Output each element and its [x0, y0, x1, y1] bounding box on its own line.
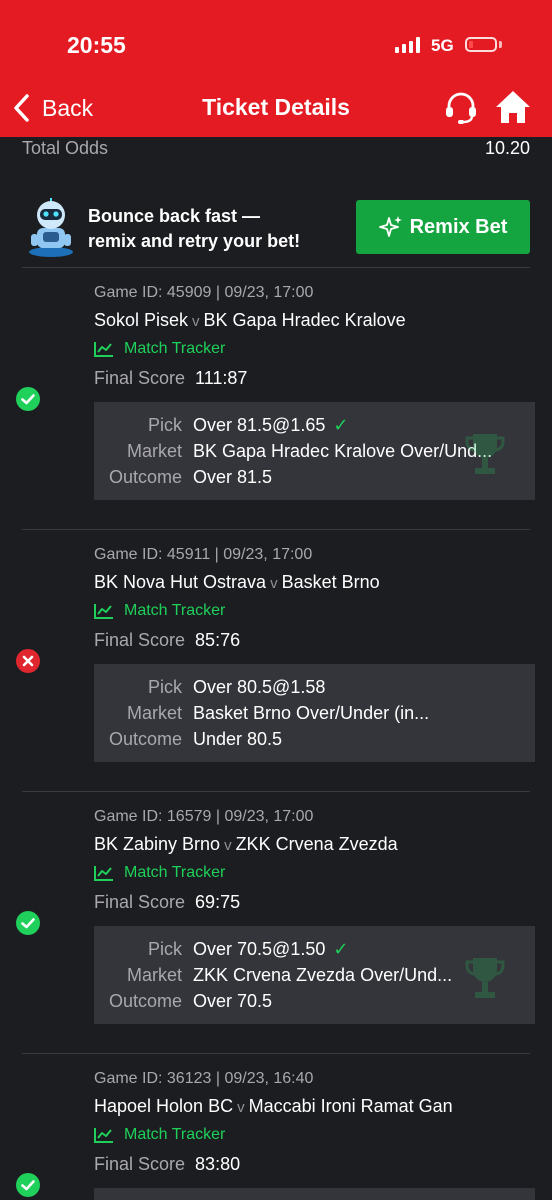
match-tracker-label: Match Tracker — [124, 602, 226, 619]
chart-line-icon — [94, 342, 113, 357]
final-score: Final Score 111:87 — [94, 368, 247, 389]
signal-icon — [395, 37, 423, 53]
market-label: Market — [126, 441, 182, 461]
pick-details: Pick Over 70.5@1.50 ✓ Market ZKK Crvena Z… — [94, 926, 535, 1024]
check-circle-icon — [16, 1173, 40, 1197]
total-odds-row: Total Odds 10.20 — [22, 138, 530, 162]
market-label: Market — [126, 965, 182, 985]
game-meta: Game ID: 45909 | 09/23, 17:00 — [94, 284, 314, 301]
pick-value: Over 80.5@1.58 — [193, 677, 326, 697]
home-icon[interactable] — [494, 89, 532, 130]
outcome-label: Outcome — [108, 991, 182, 1011]
check-icon: ✓ — [333, 939, 349, 959]
final-score: Final Score 85:76 — [94, 630, 240, 651]
check-circle-icon — [16, 387, 40, 411]
match-teams: Sokol Pisek v BK Gapa Hradec Kralove — [94, 310, 406, 331]
final-score: Final Score 83:80 — [94, 1154, 240, 1175]
divider — [22, 791, 530, 792]
away-team: Basket Brno — [281, 572, 380, 592]
pick-label: Pick — [147, 415, 182, 435]
match-tracker-link[interactable]: Match Tracker — [94, 602, 225, 620]
outcome-label: Outcome — [108, 729, 182, 749]
match-tracker-label: Match Tracker — [124, 340, 226, 357]
final-score-value: 85:76 — [195, 630, 241, 650]
pick-label: Pick — [147, 677, 182, 697]
outcome-value: Under 80.5 — [193, 729, 283, 749]
match-tracker-link[interactable]: Match Tracker — [94, 1126, 225, 1144]
pick-value: Over 70.5@1.50 — [193, 939, 326, 959]
final-score-value: 83:80 — [195, 1154, 241, 1174]
total-odds-value: 10.20 — [484, 138, 530, 158]
trophy-watermark-icon — [465, 434, 505, 474]
match-tracker-label: Match Tracker — [124, 1126, 226, 1143]
app-header: 20:55 5G Back Ticket Details — [0, 0, 552, 137]
promo-line-2: remix and retry your bet! — [88, 231, 301, 251]
pick-label: Pick — [147, 939, 182, 959]
home-team: BK Zabiny Brno — [94, 834, 221, 854]
headset-icon[interactable] — [443, 90, 479, 131]
robot-mascot-icon — [23, 198, 79, 263]
total-odds-label: Total Odds — [22, 138, 109, 158]
status-time: 20:55 — [67, 32, 126, 58]
match-teams: Hapoel Holon BC v Maccabi Ironi Ramat Gan — [94, 1096, 453, 1117]
pick-details: Pick Over 81.5@1.65 ✓ Market BK Gapa Hrad… — [94, 402, 535, 500]
match-tracker-label: Match Tracker — [124, 864, 226, 881]
chart-line-icon — [94, 1128, 113, 1143]
match-tracker-link[interactable]: Match Tracker — [94, 864, 225, 882]
pick-details — [94, 1188, 535, 1200]
vs-label: v — [237, 1099, 245, 1116]
check-icon: ✓ — [333, 415, 349, 435]
market-label: Market — [126, 703, 182, 723]
outcome-label: Outcome — [108, 467, 182, 487]
final-score-label: Final Score — [94, 892, 186, 912]
away-team: BK Gapa Hradec Kralove — [203, 310, 406, 330]
away-team: Maccabi Ironi Ramat Gan — [248, 1096, 453, 1116]
chart-line-icon — [94, 866, 113, 881]
final-score-label: Final Score — [94, 630, 186, 650]
match-tracker-link[interactable]: Match Tracker — [94, 340, 225, 358]
final-score-value: 111:87 — [195, 368, 248, 388]
check-circle-icon — [16, 911, 40, 935]
vs-label: v — [192, 313, 200, 330]
home-team: Hapoel Holon BC — [94, 1096, 234, 1116]
sparkle-icon — [378, 216, 402, 237]
pick-details: Pick Over 80.5@1.58 Market Basket Brno O… — [94, 664, 535, 762]
pick-value: Over 81.5@1.65 — [193, 415, 326, 435]
remix-bet-button[interactable]: Remix Bet — [356, 200, 530, 254]
divider — [22, 1053, 530, 1054]
divider — [22, 267, 530, 268]
vs-label: v — [270, 575, 278, 592]
promo-line-1: Bounce back fast — — [88, 206, 261, 226]
battery-icon — [465, 37, 497, 52]
final-score-value: 69:75 — [195, 892, 241, 912]
away-team: ZKK Crvena Zvezda — [235, 834, 398, 854]
chart-line-icon — [94, 604, 113, 619]
trophy-watermark-icon — [465, 958, 505, 998]
x-circle-icon — [16, 649, 40, 673]
game-meta: Game ID: 16579 | 09/23, 17:00 — [94, 808, 314, 825]
home-team: BK Nova Hut Ostrava — [94, 572, 267, 592]
game-meta: Game ID: 45911 | 09/23, 17:00 — [94, 546, 313, 563]
game-meta: Game ID: 36123 | 09/23, 16:40 — [94, 1070, 314, 1087]
battery-tip — [499, 41, 502, 48]
match-teams: BK Zabiny Brno v ZKK Crvena Zvezda — [94, 834, 398, 855]
promo-message: Bounce back fast — remix and retry your … — [88, 204, 348, 254]
home-team: Sokol Pisek — [94, 310, 189, 330]
final-score-label: Final Score — [94, 1154, 186, 1174]
divider — [22, 529, 530, 530]
remix-bet-label: Remix Bet — [409, 215, 508, 238]
network-type: 5G — [431, 36, 454, 55]
market-value: Basket Brno Over/Under (in... — [193, 703, 430, 723]
vs-label: v — [224, 837, 232, 854]
final-score-label: Final Score — [94, 368, 186, 388]
final-score: Final Score 69:75 — [94, 892, 240, 913]
match-teams: BK Nova Hut Ostrava v Basket Brno — [94, 572, 380, 593]
